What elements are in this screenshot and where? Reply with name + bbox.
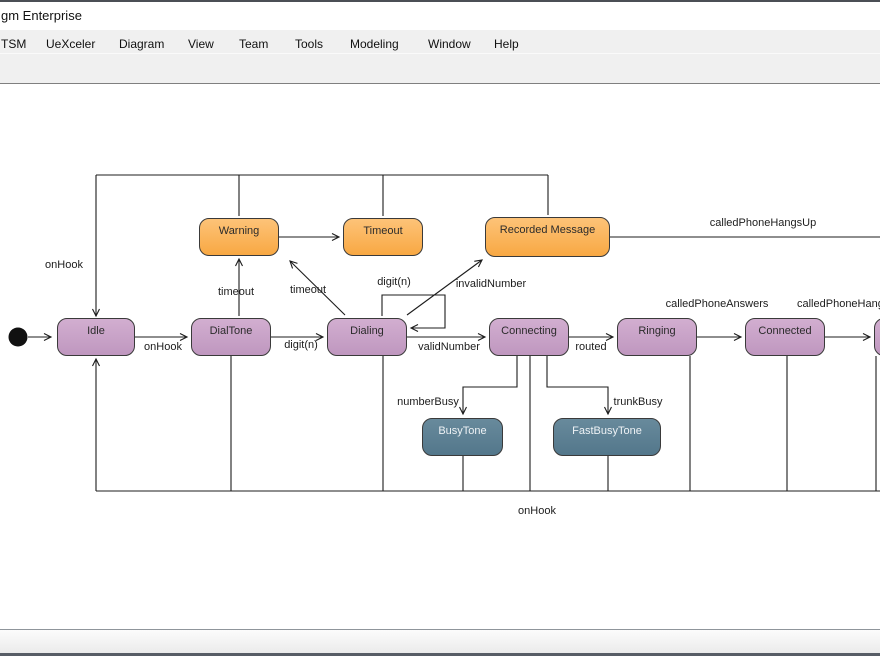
state-label: Dialing <box>350 325 384 337</box>
label-timeout-2[interactable]: timeout <box>290 284 326 296</box>
label-digit-n-selfloop[interactable]: digit(n) <box>377 276 411 288</box>
state-dialing[interactable]: Dialing <box>327 318 407 356</box>
state-label: Ringing <box>638 325 675 337</box>
state-connecting[interactable]: Connecting <box>489 318 569 356</box>
label-calledphonehangsup-right[interactable]: calledPhoneHangsUp <box>797 298 880 310</box>
application-window: gm Enterprise TSM UeXceler Diagram View … <box>0 0 880 658</box>
state-warning[interactable]: Warning <box>199 218 279 256</box>
label-calledphoneanswers[interactable]: calledPhoneAnswers <box>666 298 769 310</box>
rail-top-onhook[interactable] <box>96 175 548 216</box>
state-label: Timeout <box>363 225 402 237</box>
label-digit-n[interactable]: digit(n) <box>284 339 318 351</box>
label-routed[interactable]: routed <box>575 341 606 353</box>
state-label: Idle <box>87 325 105 337</box>
state-clipped-right[interactable] <box>874 318 880 356</box>
edge-connecting-fastbusytone[interactable] <box>547 356 608 414</box>
state-recorded-message[interactable]: Recorded Message <box>485 217 610 257</box>
state-label: BusyTone <box>438 425 486 437</box>
state-label: FastBusyTone <box>572 425 642 437</box>
label-timeout-1[interactable]: timeout <box>218 286 254 298</box>
status-bar <box>0 629 880 656</box>
edge-connecting-busytone[interactable] <box>463 356 517 414</box>
state-label: Connected <box>758 325 811 337</box>
label-onhook-mid[interactable]: onHook <box>144 341 182 353</box>
label-validnumber[interactable]: validNumber <box>418 341 480 353</box>
state-ringing[interactable]: Ringing <box>617 318 697 356</box>
state-label: DialTone <box>210 325 253 337</box>
state-timeout[interactable]: Timeout <box>343 218 423 256</box>
label-onhook-top[interactable]: onHook <box>45 259 83 271</box>
initial-state-dot[interactable] <box>9 328 28 347</box>
state-label: Recorded Message <box>500 224 595 236</box>
label-numberbusy[interactable]: numberBusy <box>397 396 459 408</box>
label-invalidnumber[interactable]: invalidNumber <box>456 278 526 290</box>
label-trunkbusy[interactable]: trunkBusy <box>614 396 663 408</box>
label-onhook-bottom[interactable]: onHook <box>518 505 556 517</box>
state-connected[interactable]: Connected <box>745 318 825 356</box>
state-dialtone[interactable]: DialTone <box>191 318 271 356</box>
label-calledphonehangsup-top[interactable]: calledPhoneHangsUp <box>710 217 816 229</box>
state-idle[interactable]: Idle <box>57 318 135 356</box>
state-label: Warning <box>219 225 260 237</box>
state-busytone[interactable]: BusyTone <box>422 418 503 456</box>
state-label: Connecting <box>501 325 557 337</box>
state-fastbusytone[interactable]: FastBusyTone <box>553 418 661 456</box>
